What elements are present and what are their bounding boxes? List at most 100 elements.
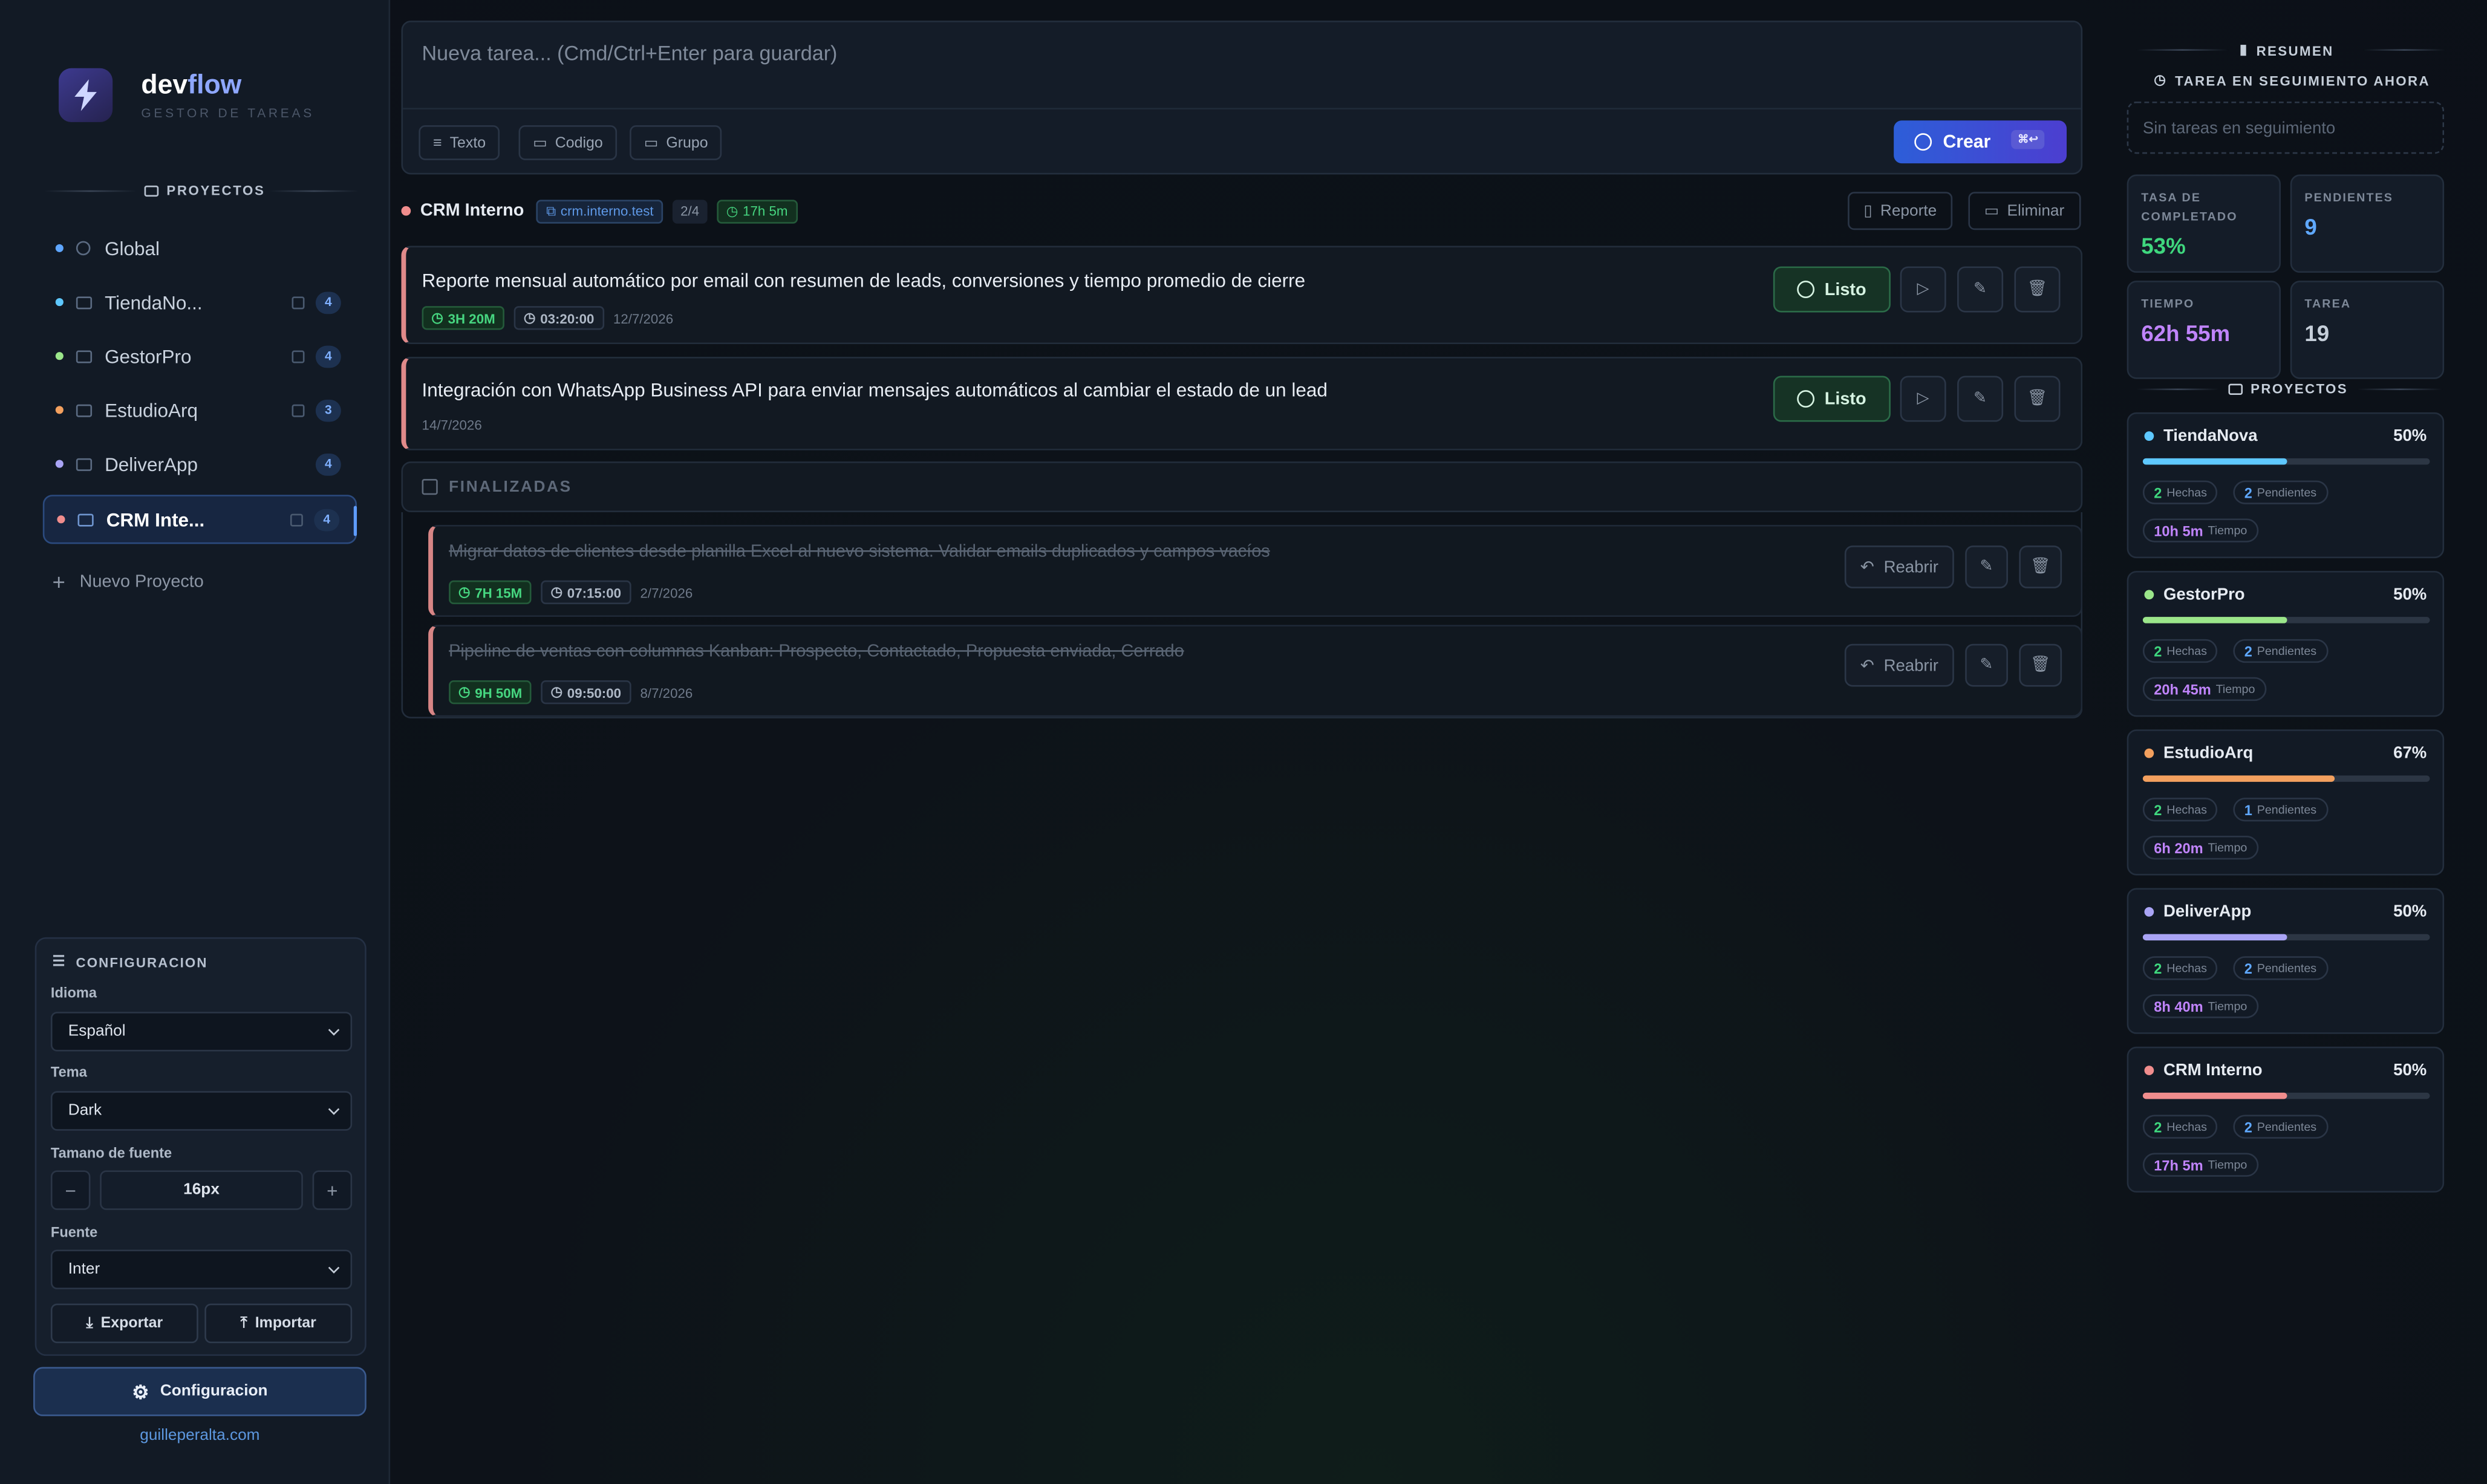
sliders-icon: ☰ <box>52 953 67 969</box>
sidebar-item-crm-interno[interactable]: CRM Inte... 4 <box>42 495 357 544</box>
delete-button[interactable]: 🗑 <box>2014 266 2061 313</box>
sidebar-item-label: CRM Inte... <box>106 508 205 531</box>
edit-button[interactable]: ✎ <box>1965 545 2008 588</box>
progress-fill <box>2142 617 2287 623</box>
pending-count: 2 Pendientes <box>2233 956 2328 980</box>
group-mode-chip[interactable]: ▭ Grupo <box>630 125 723 160</box>
edit-button[interactable]: ✎ <box>1965 643 2008 687</box>
project-summary-card[interactable]: DeliverApp 50% 2 Hechas 2 Pendientes 8h 40m Tie… <box>2127 888 2445 1034</box>
new-project-button[interactable]: + Nuevo Proyecto <box>53 569 204 594</box>
fontsize-increase-button[interactable]: + <box>312 1170 353 1210</box>
app-window: devflow GESTOR DE TAREAS PROYECTOS Globa… <box>0 0 2487 1484</box>
code-icon: ▭ <box>533 134 547 152</box>
export-button[interactable]: ⤓ Exportar <box>50 1303 198 1344</box>
external-link-icon[interactable] <box>292 350 305 363</box>
language-label: Idioma <box>50 984 97 1001</box>
archive-icon <box>422 478 438 495</box>
delete-button[interactable]: 🗑 <box>2014 376 2061 422</box>
trash-icon: 🗑 <box>2027 281 2048 299</box>
project-percent: 50% <box>2393 902 2427 922</box>
done-count: 2 Hechas <box>2142 1115 2218 1139</box>
theme-select[interactable]: Dark <box>50 1091 353 1131</box>
new-task-input[interactable]: Nueva tarea... (Cmd/Ctrl+Enter para guar… <box>422 41 838 65</box>
report-button[interactable]: ▯ Reporte <box>1848 192 1953 230</box>
project-percent: 50% <box>2393 585 2427 605</box>
project-name: GestorPro <box>2144 585 2245 604</box>
font-select[interactable]: Inter <box>50 1249 353 1290</box>
timer-icon: ◷ <box>550 683 562 700</box>
divider <box>44 190 137 192</box>
sidebar-item-tiendanova[interactable]: TiendaNo... 4 <box>43 278 357 327</box>
project-name: EstudioArq <box>2144 744 2253 763</box>
language-select[interactable]: Español <box>50 1012 353 1052</box>
edit-button[interactable]: ✎ <box>1957 376 2004 422</box>
plus-icon: + <box>52 569 66 595</box>
project-name: CRM Interno <box>2144 1061 2263 1080</box>
progress-fill <box>2142 1092 2287 1099</box>
play-button[interactable]: ▷ <box>1900 376 1946 422</box>
sidebar-item-label: Global <box>105 237 160 259</box>
mark-done-button[interactable]: Listo <box>1773 266 1891 313</box>
timer-tag: ◷ 09:50:00 <box>541 680 631 705</box>
pending-count: 1 Pendientes <box>2233 798 2328 822</box>
config-title: ☰ CONFIGURACION <box>52 953 208 970</box>
project-header: CRM Interno ⧉ crm.interno.test 2/4 ◷ 17h 5… <box>401 197 798 225</box>
configuration-button[interactable]: ⚙ Configuracion <box>33 1367 367 1416</box>
play-icon: ▷ <box>1917 281 1929 299</box>
reopen-button[interactable]: ↶ Reabrir <box>1844 643 1954 687</box>
project-percent: 50% <box>2393 1061 2427 1080</box>
projects-heading: PROYECTOS <box>144 183 266 198</box>
external-link-icon[interactable] <box>290 513 303 526</box>
progress-fill <box>2142 775 2335 782</box>
external-link-icon: ⧉ <box>546 202 556 218</box>
summary-heading: ▮ RESUMEN <box>2239 41 2334 58</box>
stat-label: TASA DE COMPLETADO <box>2141 190 2238 224</box>
fontsize-label: Tamano de fuente <box>50 1145 172 1161</box>
timer-icon: ◷ <box>550 584 562 600</box>
stat-value: 19 <box>2304 320 2330 346</box>
font-label: Fuente <box>50 1224 98 1240</box>
clock-icon: ◷ <box>2154 71 2168 88</box>
import-button[interactable]: ⤒ Importar <box>204 1303 353 1344</box>
chevron-down-icon <box>328 1262 340 1274</box>
project-summary-card[interactable]: CRM Interno 50% 2 Hechas 2 Pendientes 17h 5m Ti… <box>2127 1046 2445 1193</box>
tracking-heading: ◷ TAREA EN SEGUIMIENTO AHORA <box>2154 71 2430 88</box>
app-name: devflow <box>141 70 242 100</box>
project-dot <box>2144 907 2154 917</box>
edit-button[interactable]: ✎ <box>1957 266 2004 313</box>
new-project-label: Nuevo Proyecto <box>79 572 204 592</box>
count-badge: 4 <box>315 345 341 368</box>
undo-icon: ↶ <box>1860 557 1874 577</box>
delete-button[interactable]: 🗑 <box>2019 643 2062 687</box>
play-icon: ▷ <box>1917 390 1929 408</box>
task-date: 14/7/2026 <box>422 417 482 433</box>
divider <box>269 190 359 192</box>
reopen-button[interactable]: ↶ Reabrir <box>1844 545 1954 588</box>
code-mode-chip[interactable]: ▭ Codigo <box>518 125 618 160</box>
play-button[interactable]: ▷ <box>1900 266 1946 313</box>
text-mode-chip[interactable]: ≡ Texto <box>419 125 500 160</box>
count-badge: 3 <box>315 399 341 421</box>
sidebar-item-estudioarq[interactable]: EstudioArq 3 <box>43 385 357 434</box>
divider <box>2363 49 2446 51</box>
project-summary-card[interactable]: EstudioArq 67% 2 Hechas 1 Pendientes 6h 20m Tie… <box>2127 729 2445 876</box>
project-summary-card[interactable]: GestorPro 50% 2 Hechas 2 Pendientes 20h 45m Tie… <box>2127 571 2445 717</box>
done-count: 2 Hechas <box>2142 480 2218 504</box>
author-link[interactable]: guilleperalta.com <box>0 1427 400 1445</box>
status-dot <box>55 352 64 360</box>
mark-done-button[interactable]: Listo <box>1773 376 1891 422</box>
delete-button[interactable]: 🗑 <box>2019 545 2062 588</box>
project-url-link[interactable]: ⧉ crm.interno.test <box>536 199 663 223</box>
project-summary-card[interactable]: TiendaNova 50% 2 Hechas 2 Pendientes 10h 5m Tie… <box>2127 412 2445 559</box>
finished-section-header[interactable]: FINALIZADAS <box>401 461 2083 513</box>
count-badge: 4 <box>314 508 340 531</box>
fontsize-decrease-button[interactable]: − <box>50 1170 91 1210</box>
sidebar-item-gestorpro[interactable]: GestorPro 4 <box>43 331 357 380</box>
external-link-icon[interactable] <box>292 403 305 417</box>
delete-project-button[interactable]: ▭ Eliminar <box>1968 192 2081 230</box>
pencil-icon: ✎ <box>1974 390 1987 408</box>
create-button[interactable]: Crear ⌘↩ <box>1894 120 2067 164</box>
sidebar-item-global[interactable]: Global <box>43 224 357 273</box>
external-link-icon[interactable] <box>292 296 305 309</box>
sidebar-item-deliverapp[interactable]: DeliverApp 4 <box>43 439 357 488</box>
